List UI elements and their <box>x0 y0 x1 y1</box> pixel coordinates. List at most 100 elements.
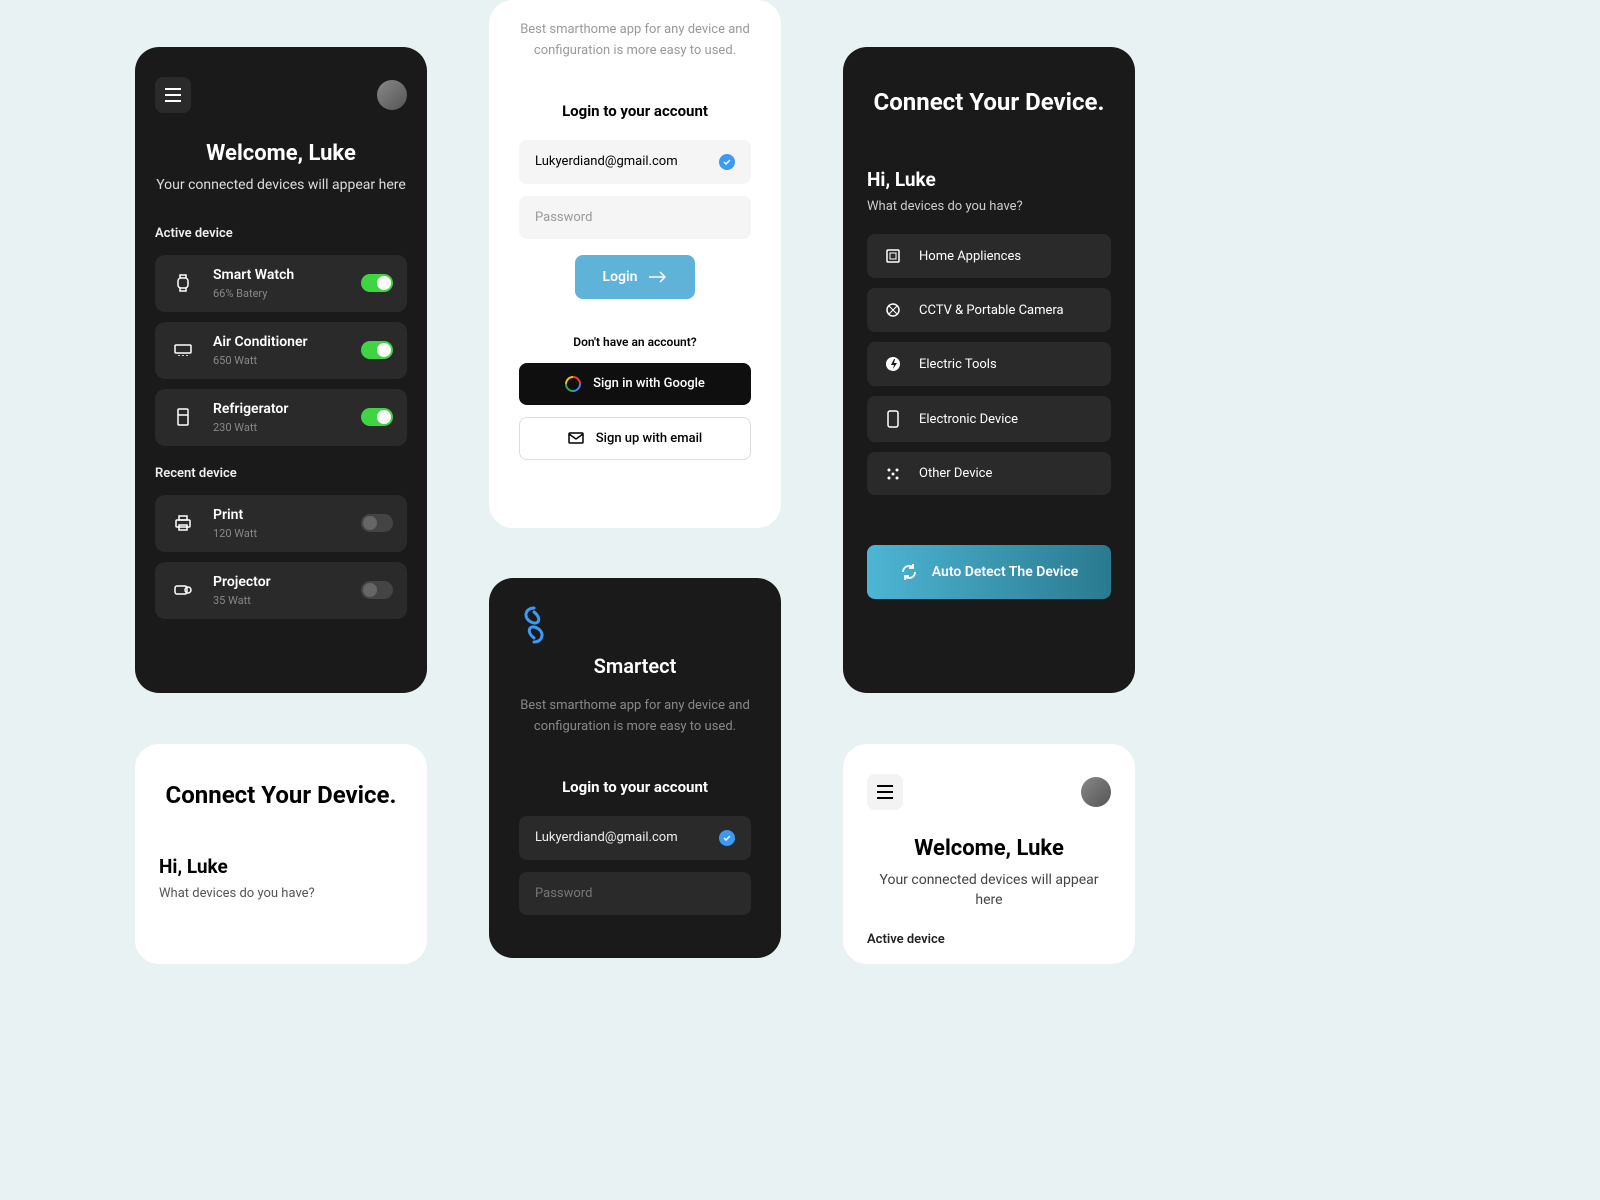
category-electric-tools[interactable]: Electric Tools <box>867 342 1111 386</box>
projector-icon <box>169 584 197 596</box>
login-screen-light: Best smarthome app for any device and co… <box>489 0 781 528</box>
no-account-text: Don't have an account? <box>519 335 751 349</box>
hamburger-icon <box>165 88 181 102</box>
category-electronic-device[interactable]: Electronic Device <box>867 396 1111 442</box>
login-button-label: Login <box>603 269 638 285</box>
menu-button[interactable] <box>867 774 903 810</box>
ac-icon <box>169 344 197 356</box>
device-row-projector[interactable]: Projector 35 Watt <box>155 562 407 619</box>
avatar[interactable] <box>377 80 407 110</box>
password-placeholder: Password <box>535 886 735 901</box>
auto-detect-button[interactable]: Auto Detect The Device <box>867 545 1111 599</box>
category-label: CCTV & Portable Camera <box>919 303 1064 318</box>
camera-icon <box>883 302 903 318</box>
device-meta: 230 Watt <box>213 421 361 434</box>
toggle-smartwatch[interactable] <box>361 274 393 292</box>
category-cctv[interactable]: CCTV & Portable Camera <box>867 288 1111 332</box>
topbar <box>867 774 1111 810</box>
mail-icon <box>568 432 584 444</box>
category-label: Home Appliences <box>919 249 1021 264</box>
device-meta: 650 Watt <box>213 354 361 367</box>
email-signup-button[interactable]: Sign up with email <box>519 417 751 460</box>
logo <box>519 606 751 644</box>
welcome-subtitle: Your connected devices will appear here <box>155 176 407 196</box>
hamburger-icon <box>877 785 893 799</box>
device-name: Smart Watch <box>213 267 361 283</box>
brand-name: Smartect <box>519 654 751 678</box>
device-meta: 120 Watt <box>213 527 361 540</box>
check-badge-icon <box>719 830 735 846</box>
toggle-projector[interactable] <box>361 581 393 599</box>
topbar <box>155 77 407 113</box>
bolt-icon <box>883 356 903 372</box>
device-info: Projector 35 Watt <box>213 574 361 607</box>
category-other[interactable]: Other Device <box>867 452 1111 495</box>
category-label: Other Device <box>919 466 992 481</box>
connect-screen-dark: Connect Your Device. Hi, Luke What devic… <box>843 47 1135 693</box>
category-label: Electronic Device <box>919 412 1018 427</box>
check-badge-icon <box>719 154 735 170</box>
password-field[interactable]: Password <box>519 872 751 915</box>
avatar[interactable] <box>1081 777 1111 807</box>
password-placeholder: Password <box>535 210 735 225</box>
device-name: Projector <box>213 574 361 590</box>
google-icon <box>565 376 581 392</box>
device-meta: 66% Batery <box>213 287 361 300</box>
watch-icon <box>169 273 197 293</box>
toggle-print[interactable] <box>361 514 393 532</box>
grid-icon <box>883 467 903 481</box>
login-title: Login to your account <box>519 102 751 120</box>
toggle-ac[interactable] <box>361 341 393 359</box>
device-info: Air Conditioner 650 Watt <box>213 334 361 367</box>
home-appliance-icon <box>883 248 903 264</box>
device-row-smartwatch[interactable]: Smart Watch 66% Batery <box>155 255 407 312</box>
login-screen-dark: Smartect Best smarthome app for any devi… <box>489 578 781 958</box>
tagline: Best smarthome app for any device and co… <box>519 0 751 62</box>
device-name: Refrigerator <box>213 401 361 417</box>
device-row-fridge[interactable]: Refrigerator 230 Watt <box>155 389 407 446</box>
welcome-screen-dark: Welcome, Luke Your connected devices wil… <box>135 47 427 693</box>
greeting: Hi, Luke <box>159 855 403 878</box>
tagline: Best smarthome app for any device and co… <box>519 696 751 738</box>
menu-button[interactable] <box>155 77 191 113</box>
category-label: Electric Tools <box>919 357 997 372</box>
connect-title: Connect Your Device. <box>159 780 403 811</box>
welcome-title: Welcome, Luke <box>867 836 1111 861</box>
password-field[interactable]: Password <box>519 196 751 239</box>
device-meta: 35 Watt <box>213 594 361 607</box>
email-field[interactable]: Lukyerdiand@gmail.com <box>519 816 751 860</box>
device-row-print[interactable]: Print 120 Watt <box>155 495 407 552</box>
device-info: Print 120 Watt <box>213 507 361 540</box>
welcome-title: Welcome, Luke <box>155 141 407 166</box>
email-value: Lukyerdiand@gmail.com <box>535 154 719 169</box>
recent-device-label: Recent device <box>155 466 407 481</box>
email-button-label: Sign up with email <box>596 431 702 446</box>
active-device-label: Active device <box>867 932 1111 947</box>
device-name: Print <box>213 507 361 523</box>
device-info: Smart Watch 66% Batery <box>213 267 361 300</box>
greeting: Hi, Luke <box>867 168 1111 191</box>
category-home-appliances[interactable]: Home Appliences <box>867 234 1111 278</box>
welcome-subtitle: Your connected devices will appear here <box>867 871 1111 910</box>
printer-icon <box>169 515 197 531</box>
smartect-logo-icon <box>519 606 549 644</box>
device-name: Air Conditioner <box>213 334 361 350</box>
google-signin-button[interactable]: Sign in with Google <box>519 363 751 405</box>
login-button[interactable]: Login <box>575 255 696 299</box>
email-value: Lukyerdiand@gmail.com <box>535 830 719 845</box>
question: What devices do you have? <box>867 199 1111 214</box>
connect-title: Connect Your Device. <box>867 87 1111 118</box>
active-device-label: Active device <box>155 226 407 241</box>
google-button-label: Sign in with Google <box>593 376 705 391</box>
device-info: Refrigerator 230 Watt <box>213 401 361 434</box>
login-title: Login to your account <box>519 778 751 796</box>
arrow-right-icon <box>649 271 667 283</box>
detect-button-label: Auto Detect The Device <box>932 564 1079 580</box>
refresh-icon <box>900 563 918 581</box>
fridge-icon <box>169 408 197 426</box>
question: What devices do you have? <box>159 886 403 901</box>
device-icon <box>883 410 903 428</box>
device-row-ac[interactable]: Air Conditioner 650 Watt <box>155 322 407 379</box>
email-field[interactable]: Lukyerdiand@gmail.com <box>519 140 751 184</box>
toggle-fridge[interactable] <box>361 408 393 426</box>
